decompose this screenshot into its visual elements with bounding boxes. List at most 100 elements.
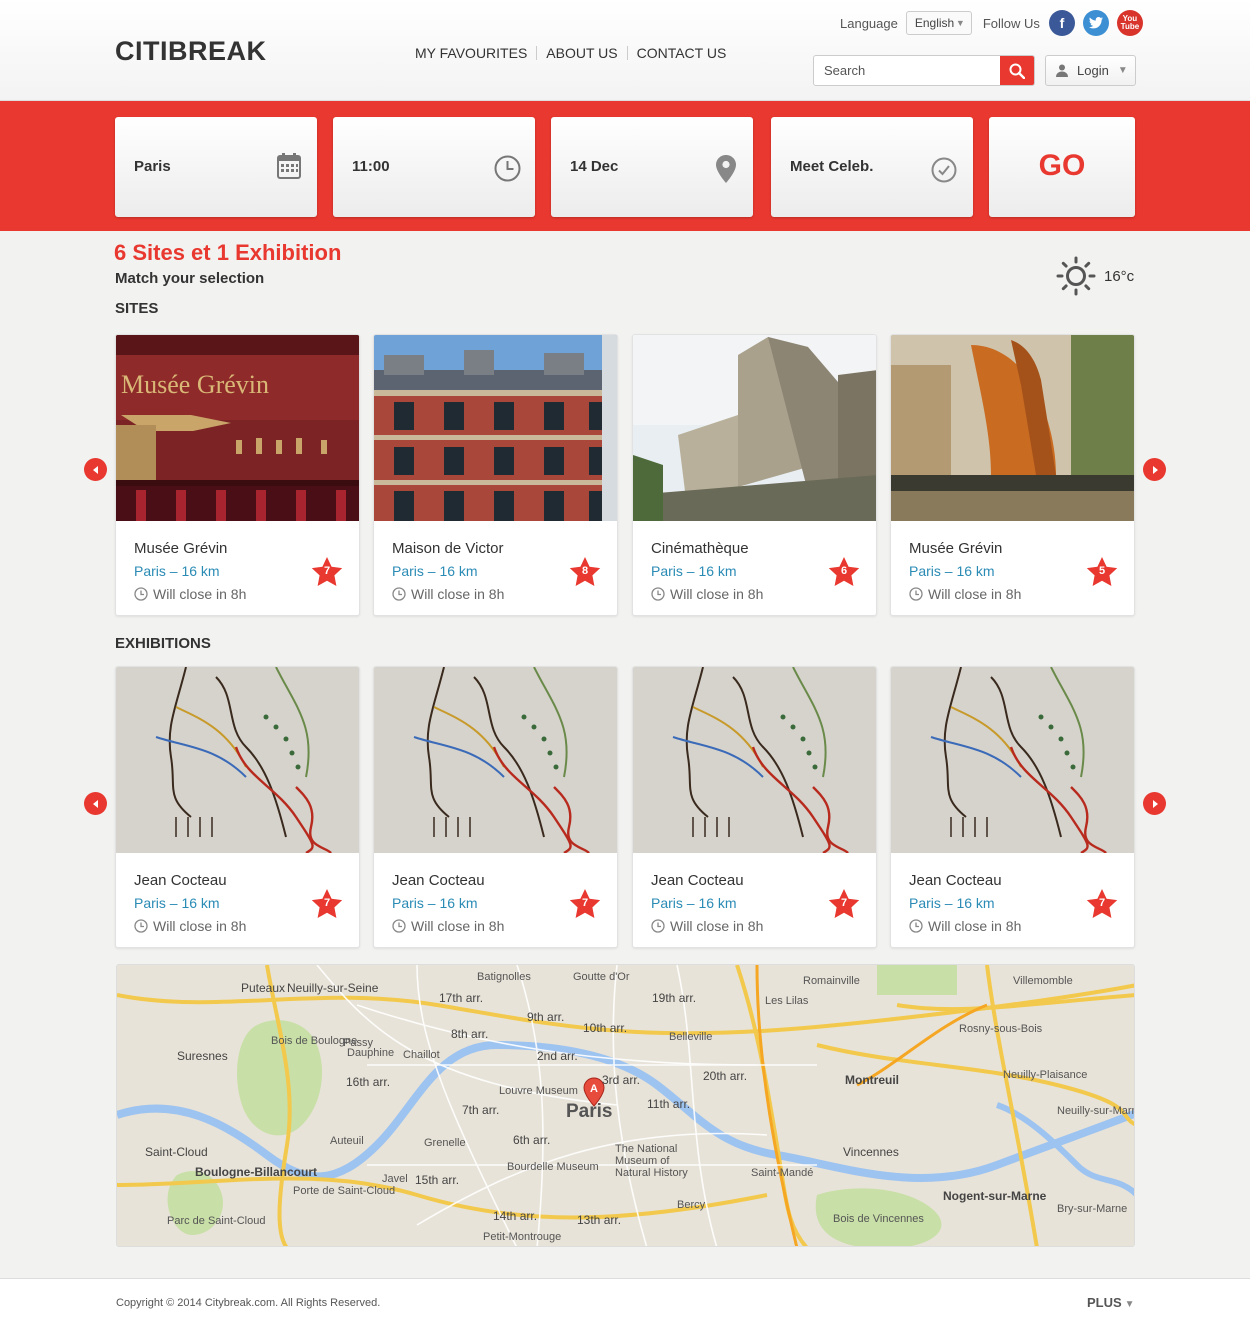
clock-icon xyxy=(494,155,521,182)
login-button[interactable]: Login ▼ xyxy=(1045,55,1136,86)
map-label: The National Museum of Natural History xyxy=(615,1143,688,1179)
site-location: Paris – 16 km xyxy=(651,563,737,579)
exhibition-hours: Will close in 8h xyxy=(651,918,763,934)
site-card[interactable]: Musée Grévin Paris – 16 km Will close in… xyxy=(890,334,1135,616)
site-location: Paris – 16 km xyxy=(392,563,478,579)
site-card[interactable]: Cinémathèque Paris – 16 km Will close in… xyxy=(632,334,877,616)
check-circle-icon xyxy=(931,157,957,183)
map-label: 7th arr. xyxy=(462,1103,500,1117)
exhibition-hours-text: Will close in 8h xyxy=(928,918,1022,934)
rating-value: 7 xyxy=(323,565,331,577)
search-icon xyxy=(1009,63,1025,79)
sites-next-button[interactable] xyxy=(1143,458,1166,481)
exhibition-card[interactable]: Jean Cocteau Paris – 16 km Will close in… xyxy=(632,666,877,948)
plus-button[interactable]: PLUS ▼ xyxy=(1087,1295,1135,1310)
clock-icon xyxy=(392,919,406,933)
site-hours-text: Will close in 8h xyxy=(153,586,247,602)
search-input[interactable]: Search xyxy=(814,56,1000,85)
exhibition-card[interactable]: Jean Cocteau Paris – 16 km Will close in… xyxy=(373,666,618,948)
language-social-row: Language English ▼ Follow Us f You Tube xyxy=(840,10,1143,36)
rating-value: 6 xyxy=(840,565,848,577)
clock-icon xyxy=(392,587,406,601)
arrow-right-icon xyxy=(1152,799,1158,808)
chevron-down-icon: ▼ xyxy=(955,18,965,28)
site-photo xyxy=(891,335,1134,521)
exhibition-location: Paris – 16 km xyxy=(392,895,478,911)
map-label: Javel xyxy=(382,1173,408,1185)
map-label: 6th arr. xyxy=(513,1133,551,1147)
date-filter[interactable]: 14 Dec xyxy=(551,117,753,217)
map-label: Bourdelle Museum xyxy=(507,1161,599,1173)
site-name: Cinémathèque xyxy=(651,540,749,557)
login-label: Login xyxy=(1077,63,1109,78)
twitter-icon[interactable] xyxy=(1082,10,1109,36)
map-label: Auteuil xyxy=(330,1135,364,1147)
exhibition-artwork xyxy=(633,667,876,853)
site-name: Musée Grévin xyxy=(909,540,1003,557)
map-label: Petit-Montrouge xyxy=(483,1231,562,1243)
exhibition-hours: Will close in 8h xyxy=(134,918,246,934)
map-label: 13th arr. xyxy=(577,1213,622,1227)
map-label: Boulogne-Billancourt xyxy=(195,1165,317,1179)
nav-about-us[interactable]: ABOUT US xyxy=(546,45,617,61)
exhibition-hours: Will close in 8h xyxy=(909,918,1021,934)
map-label: Parc de Saint-Cloud xyxy=(167,1215,266,1227)
youtube-icon[interactable]: You Tube xyxy=(1116,10,1143,36)
results-subtitle: Match your selection xyxy=(115,270,265,287)
map-label: 10th arr. xyxy=(583,1021,628,1035)
map-streets: A xyxy=(117,965,1134,1246)
exhibitions-next-button[interactable] xyxy=(1143,792,1166,815)
language-select[interactable]: English ▼ xyxy=(905,11,972,35)
clock-icon xyxy=(134,919,148,933)
map-label: Saint-Cloud xyxy=(145,1145,208,1159)
map-label: Neuilly-Plaisance xyxy=(1003,1069,1088,1081)
nav-my-favourites[interactable]: MY FAVOURITES xyxy=(415,45,527,61)
results-title: 6 Sites et 1 Exhibition xyxy=(114,240,342,265)
time-value: 11:00 xyxy=(352,158,390,175)
exhibitions-prev-button[interactable] xyxy=(84,792,107,815)
site-name: Musée Grévin xyxy=(134,540,228,557)
site-photo xyxy=(633,335,876,521)
map-label: Vincennes xyxy=(843,1145,899,1159)
clock-icon xyxy=(909,587,923,601)
search-button[interactable] xyxy=(1000,56,1034,85)
map[interactable]: A Neuilly-sur-Seine Puteaux Batignolles … xyxy=(116,964,1135,1247)
city-filter[interactable]: Paris xyxy=(115,117,317,217)
nav-divider xyxy=(536,46,538,60)
chevron-down-icon: ▼ xyxy=(1124,1299,1135,1310)
exhibition-location: Paris – 16 km xyxy=(909,895,995,911)
map-label: Romainville xyxy=(803,975,860,987)
exhibition-location: Paris – 16 km xyxy=(651,895,737,911)
chevron-down-icon: ▼ xyxy=(1117,65,1128,76)
facebook-icon[interactable]: f xyxy=(1048,10,1075,36)
site-photo: Musée Grévin xyxy=(116,335,359,521)
site-location: Paris – 16 km xyxy=(134,563,220,579)
exhibition-artwork xyxy=(891,667,1134,853)
clock-icon xyxy=(651,587,665,601)
date-value: 14 Dec xyxy=(570,158,619,175)
map-label: Montreuil xyxy=(845,1073,899,1087)
go-button[interactable]: GO xyxy=(989,117,1135,217)
sites-prev-button[interactable] xyxy=(84,458,107,481)
site-card[interactable]: Musée Grévin Musée Grévin Paris – 16 km … xyxy=(115,334,360,616)
map-label: Batignolles xyxy=(477,971,531,983)
time-filter[interactable]: 11:00 xyxy=(333,117,535,217)
map-label: Bois de Vincennes xyxy=(833,1213,924,1225)
map-label: Louvre Museum xyxy=(499,1085,578,1097)
site-card[interactable]: Maison de Victor Paris – 16 km Will clos… xyxy=(373,334,618,616)
rating-star-icon: 5 xyxy=(1086,556,1118,588)
nav-contact-us[interactable]: CONTACT US xyxy=(637,45,727,61)
exhibition-name: Jean Cocteau xyxy=(392,872,485,889)
rating-value: 7 xyxy=(581,897,589,909)
exhibition-card[interactable]: Jean Cocteau Paris – 16 km Will close in… xyxy=(115,666,360,948)
activity-filter[interactable]: Meet Celeb. xyxy=(771,117,973,217)
exhibition-card[interactable]: Jean Cocteau Paris – 16 km Will close in… xyxy=(890,666,1135,948)
exhibition-location: Paris – 16 km xyxy=(134,895,220,911)
nav-divider xyxy=(626,46,628,60)
map-label: Bercy xyxy=(677,1199,706,1211)
rating-value: 8 xyxy=(581,565,589,577)
logo[interactable]: CITIBREAK xyxy=(115,36,267,67)
rating-value: 7 xyxy=(323,897,331,909)
map-label: 17th arr. xyxy=(439,991,484,1005)
map-label: 9th arr. xyxy=(527,1010,565,1024)
